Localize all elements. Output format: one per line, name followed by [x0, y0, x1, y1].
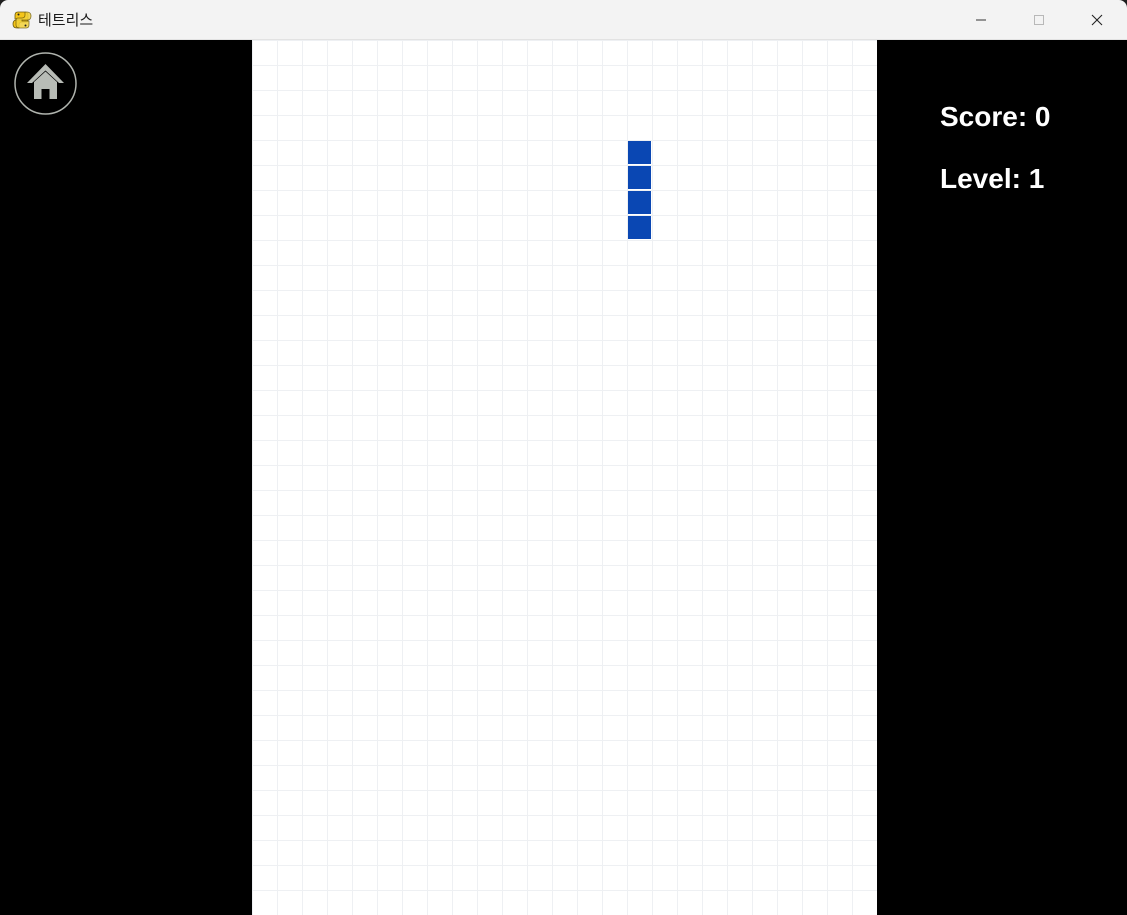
- home-button[interactable]: [14, 52, 77, 115]
- game-window: 테트리스 Score: 0 Level: 1: [0, 0, 1127, 915]
- board-grid: [252, 40, 877, 915]
- minimize-button[interactable]: [952, 0, 1010, 40]
- tetris-board: [252, 40, 877, 915]
- piece-block: [628, 166, 651, 189]
- piece-block: [628, 191, 651, 214]
- piece-block: [628, 141, 651, 164]
- score-label: Score: 0: [940, 101, 1051, 132]
- piece-block: [628, 216, 651, 239]
- minimize-icon: [975, 14, 987, 26]
- home-icon: [14, 52, 77, 119]
- game-area: Score: 0 Level: 1: [0, 40, 1127, 915]
- maximize-button[interactable]: [1010, 0, 1068, 40]
- title-bar[interactable]: 테트리스: [0, 0, 1127, 40]
- maximize-icon: [1033, 14, 1045, 26]
- window-title: 테트리스: [38, 11, 94, 29]
- python-snake-icon: [12, 10, 32, 30]
- level-label: Level: 1: [940, 163, 1045, 194]
- close-icon: [1091, 14, 1103, 26]
- close-button[interactable]: [1068, 0, 1126, 40]
